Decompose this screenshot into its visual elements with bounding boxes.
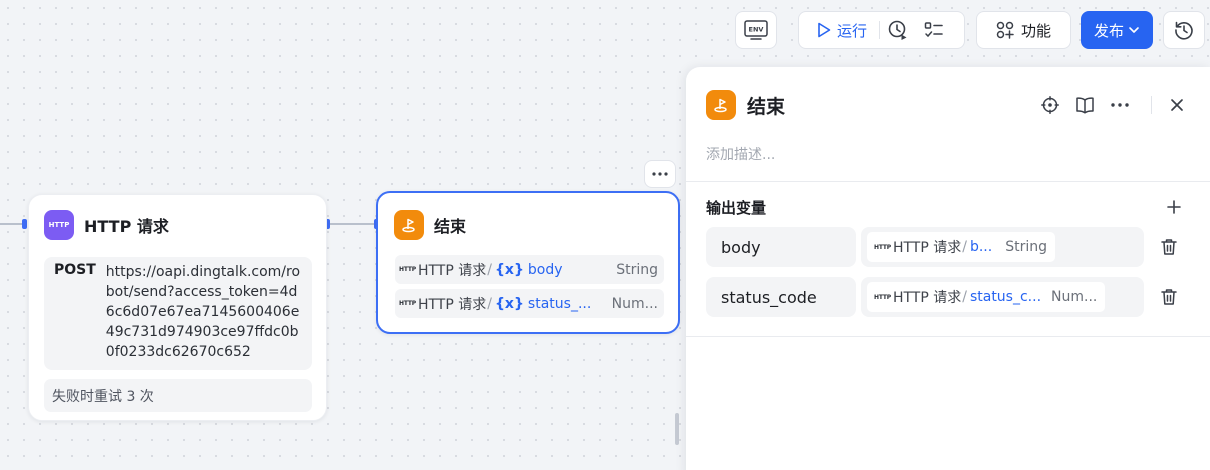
publish-button[interactable]: 发布 — [1081, 11, 1153, 49]
reference-source: HTTP 请求 — [892, 240, 962, 256]
reference-variable: status_c... — [969, 289, 1042, 305]
env-icon: ENV — [744, 19, 768, 41]
variable-name-input[interactable]: body — [706, 227, 856, 267]
run-toolbar: 运行 — [798, 11, 965, 49]
variable-value-selector[interactable]: HTTP HTTP 请求 / b... String — [861, 227, 1144, 267]
publish-label: 发布 — [1093, 21, 1124, 40]
delete-variable-button[interactable] — [1159, 237, 1179, 257]
docs-icon — [1075, 96, 1095, 114]
reference-type: Num... — [1051, 289, 1098, 305]
node-config-panel: 结束 添加描述... 输出变量 body HTTP HTTP 请求 / b...… — [686, 67, 1210, 470]
http-url: https://oapi.dingtalk.com/robot/send?acc… — [105, 264, 301, 361]
more-icon — [652, 172, 668, 176]
function-button[interactable]: 功能 — [976, 11, 1071, 49]
edge-http-to-end — [328, 223, 376, 225]
variable-icon: {x} — [494, 261, 524, 278]
close-panel-button[interactable] — [1166, 94, 1188, 116]
reference-type: String — [1005, 239, 1047, 255]
output-variable-row: body HTTP HTTP 请求 / b... String — [706, 227, 1182, 267]
http-request-node[interactable]: HTTP HTTP 请求 POST https://oapi.dingtalk.… — [28, 194, 327, 421]
reference-variable: b... — [969, 239, 993, 255]
variable-value-selector[interactable]: HTTP HTTP 请求 / status_c... Num... — [861, 277, 1144, 317]
output-type: String — [616, 261, 658, 278]
debug-clock-icon — [887, 19, 909, 41]
output-variable: body — [527, 261, 563, 278]
http-node-title: HTTP 请求 — [84, 217, 169, 236]
panel-more-button[interactable] — [1102, 94, 1137, 116]
http-tag-icon: HTTP — [874, 243, 891, 251]
reference-source: HTTP 请求 — [892, 290, 962, 306]
debug-history-button[interactable] — [880, 12, 916, 48]
http-tag-icon: HTTP — [399, 300, 416, 307]
chevron-down-icon — [1128, 24, 1140, 36]
end-node-title: 结束 — [434, 217, 467, 236]
output-source: HTTP 请求 — [417, 296, 487, 313]
docs-button[interactable] — [1067, 94, 1102, 116]
path-separator: / — [487, 261, 492, 278]
output-source: HTTP 请求 — [417, 262, 487, 279]
panel-title[interactable]: 结束 — [747, 92, 785, 119]
locate-icon — [1040, 96, 1059, 114]
run-button[interactable]: 运行 — [799, 12, 879, 48]
version-history-button[interactable] — [1163, 11, 1205, 49]
http-request-config: POST https://oapi.dingtalk.com/robot/sen… — [44, 257, 312, 370]
variable-name-input[interactable]: status_code — [706, 277, 856, 317]
trash-icon — [1160, 238, 1178, 256]
delete-variable-button[interactable] — [1159, 287, 1179, 307]
apps-icon — [996, 21, 1014, 39]
http-tag-icon: HTTP — [399, 266, 416, 273]
output-type: Num... — [611, 295, 658, 312]
divider — [1151, 96, 1152, 114]
env-icon-label: ENV — [749, 26, 764, 34]
panel-resize-handle[interactable] — [675, 413, 679, 445]
http-input-port[interactable] — [22, 219, 27, 229]
output-variable: status_... — [527, 295, 592, 312]
http-tag-icon: HTTP — [874, 293, 891, 301]
close-icon — [1170, 98, 1184, 112]
end-flag-icon — [706, 90, 736, 120]
trash-icon — [1160, 288, 1178, 306]
more-icon — [1110, 103, 1129, 107]
http-node-icon: HTTP — [44, 210, 74, 240]
function-label: 功能 — [1021, 21, 1052, 40]
play-icon — [817, 22, 831, 38]
end-output-row: HTTP HTTP 请求 / {x} body String — [395, 255, 664, 284]
http-method: POST — [54, 262, 96, 278]
output-variables-title: 输出变量 — [706, 199, 767, 217]
node-more-button[interactable] — [644, 160, 676, 188]
path-separator: / — [962, 289, 967, 305]
env-button[interactable]: ENV — [735, 11, 777, 49]
http-icon-label: HTTP — [48, 221, 70, 229]
locate-node-button[interactable] — [1032, 94, 1067, 116]
end-flag-icon — [394, 210, 424, 240]
variable-icon: {x} — [494, 295, 524, 312]
path-separator: / — [962, 239, 967, 255]
end-output-row: HTTP HTTP 请求 / {x} status_... Num... — [395, 289, 664, 318]
test-cases-button[interactable] — [916, 12, 952, 48]
path-separator: / — [487, 295, 492, 312]
output-variable-row: status_code HTTP HTTP 请求 / status_c... N… — [706, 277, 1182, 317]
variable-reference-chip: HTTP HTTP 请求 / status_c... Num... — [867, 282, 1106, 312]
end-node[interactable]: 结束 HTTP HTTP 请求 / {x} body String HTTP H… — [376, 191, 680, 334]
run-label: 运行 — [837, 21, 868, 40]
history-icon — [1174, 20, 1194, 40]
checklist-icon — [924, 21, 944, 39]
divider — [686, 181, 1210, 182]
variable-reference-chip: HTTP HTTP 请求 / b... String — [867, 232, 1055, 262]
plus-icon — [1167, 200, 1181, 214]
retry-info: 失败时重试 3 次 — [44, 379, 312, 412]
divider — [686, 336, 1210, 337]
description-input[interactable]: 添加描述... — [706, 144, 775, 164]
add-variable-button[interactable] — [1164, 197, 1184, 217]
